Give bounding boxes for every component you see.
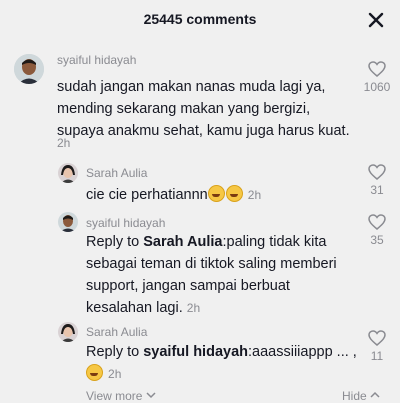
reply-text: Reply to syaiful hidayah:aaassiiiappp ..… <box>86 341 376 385</box>
avatar[interactable] <box>58 212 78 232</box>
reply-item: Sarah Aulia cie cie perhatiannn 2h 31 <box>0 160 400 205</box>
reply-username[interactable]: syaiful hidayah <box>86 216 165 230</box>
hide-label: Hide <box>342 389 367 403</box>
like-count: 31 <box>370 183 384 197</box>
reply-item: Sarah Aulia Reply to syaiful hidayah:aaa… <box>0 320 400 385</box>
heart-icon <box>368 164 386 180</box>
reply-body: :aaassiiiappp ... , <box>248 344 357 360</box>
reply-body: cie cie perhatiannn <box>86 187 208 203</box>
comment-username[interactable]: syaiful hidayah <box>57 53 136 67</box>
heart-icon <box>368 214 386 230</box>
reply-item: syaiful hidayah Reply to Sarah Aulia:pal… <box>0 210 400 316</box>
view-more-label: View more <box>86 389 143 403</box>
comments-header: 25445 comments <box>0 0 400 40</box>
reply-prefix: Reply to <box>86 234 144 250</box>
view-more-replies-button[interactable]: View more <box>86 389 156 403</box>
like-button[interactable]: 1060 <box>357 61 397 94</box>
like-button[interactable]: 31 <box>357 164 397 197</box>
reply-time: 2h <box>247 188 262 202</box>
reply-text: cie cie perhatiannn 2h <box>86 184 346 206</box>
reply-text: Reply to Sarah Aulia:paling tidak kita s… <box>86 231 348 319</box>
reply-username[interactable]: Sarah Aulia <box>86 166 147 180</box>
reply-prefix: Reply to <box>86 344 144 360</box>
close-icon <box>368 12 384 28</box>
reply-username[interactable]: Sarah Aulia <box>86 325 147 339</box>
comment-time: 2h <box>57 136 71 150</box>
like-count: 35 <box>370 233 384 247</box>
avatar[interactable] <box>58 322 78 342</box>
avatar[interactable] <box>58 163 78 183</box>
comments-count-title: 25445 comments <box>143 11 257 27</box>
like-count: 1060 <box>363 80 391 94</box>
hide-replies-button[interactable]: Hide <box>342 389 380 403</box>
like-button[interactable]: 11 <box>357 330 397 363</box>
mention-link[interactable]: Sarah Aulia <box>143 234 222 250</box>
grin-emoji-icon <box>86 364 103 381</box>
heart-icon <box>368 61 386 77</box>
reply-time: 2h <box>108 367 122 381</box>
close-button[interactable] <box>367 11 385 29</box>
avatar[interactable] <box>14 54 44 84</box>
rofl-emoji-icon <box>207 185 225 202</box>
mention-link[interactable]: syaiful hidayah <box>143 344 248 360</box>
heart-icon <box>368 330 386 346</box>
comment-text: sudah jangan makan nanas muda lagi ya, m… <box>57 76 357 142</box>
like-button[interactable]: 35 <box>357 214 397 247</box>
rofl-emoji-icon <box>225 185 243 202</box>
chevron-down-icon <box>146 392 156 399</box>
comment-body: sudah jangan makan nanas muda lagi ya, m… <box>57 79 350 139</box>
comment-item: syaiful hidayah sudah jangan makan nanas… <box>0 48 400 150</box>
chevron-up-icon <box>370 391 380 398</box>
reply-time: 2h <box>186 301 201 315</box>
like-count: 11 <box>370 349 384 363</box>
